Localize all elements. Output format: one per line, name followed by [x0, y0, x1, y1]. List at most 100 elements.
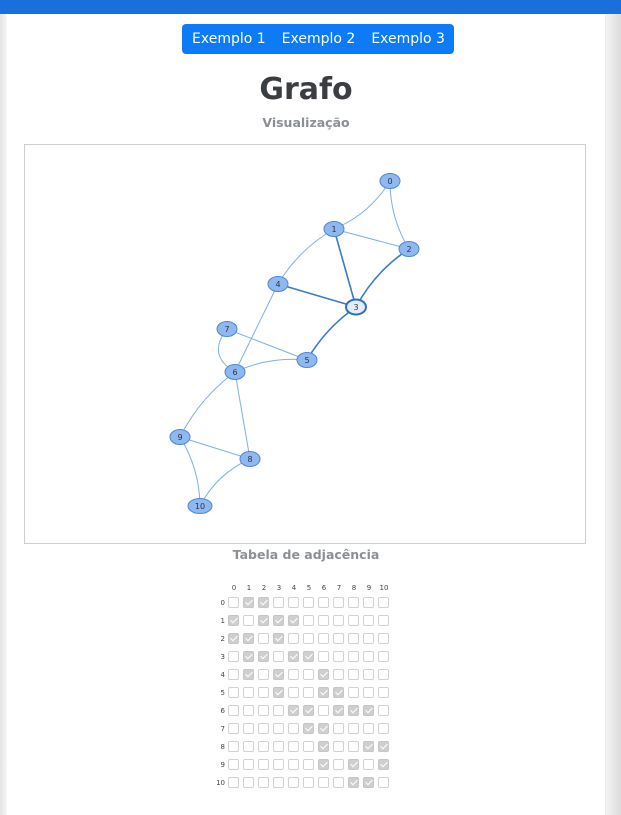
- adjacency-checkbox[interactable]: [258, 597, 269, 608]
- adjacency-checkbox[interactable]: [288, 759, 299, 770]
- adjacency-checkbox[interactable]: [363, 615, 374, 626]
- adjacency-checkbox[interactable]: [273, 759, 284, 770]
- adjacency-checkbox[interactable]: [243, 741, 254, 752]
- adjacency-checkbox[interactable]: [363, 777, 374, 788]
- adjacency-checkbox[interactable]: [243, 597, 254, 608]
- graph-node-8[interactable]: 8: [239, 451, 261, 467]
- adjacency-checkbox[interactable]: [348, 615, 359, 626]
- adjacency-checkbox[interactable]: [333, 597, 344, 608]
- adjacency-checkbox[interactable]: [258, 633, 269, 644]
- adjacency-checkbox[interactable]: [228, 741, 239, 752]
- graph-svg[interactable]: 0 1 2 3 4 5 6 7 8 9 10: [25, 145, 585, 543]
- adjacency-checkbox[interactable]: [258, 651, 269, 662]
- adjacency-checkbox[interactable]: [243, 615, 254, 626]
- adjacency-checkbox[interactable]: [273, 651, 284, 662]
- adjacency-checkbox[interactable]: [363, 759, 374, 770]
- adjacency-checkbox[interactable]: [243, 777, 254, 788]
- adjacency-checkbox[interactable]: [348, 741, 359, 752]
- tab-exemplo-2[interactable]: Exemplo 2: [274, 24, 364, 54]
- adjacency-checkbox[interactable]: [303, 687, 314, 698]
- graph-node-7[interactable]: 7: [216, 321, 238, 337]
- adjacency-checkbox[interactable]: [258, 687, 269, 698]
- adjacency-checkbox[interactable]: [273, 597, 284, 608]
- adjacency-checkbox[interactable]: [258, 615, 269, 626]
- adjacency-checkbox[interactable]: [378, 759, 389, 770]
- adjacency-checkbox[interactable]: [243, 759, 254, 770]
- adjacency-checkbox[interactable]: [318, 651, 329, 662]
- adjacency-checkbox[interactable]: [258, 705, 269, 716]
- graph-node-9[interactable]: 9: [169, 429, 191, 445]
- adjacency-checkbox[interactable]: [363, 669, 374, 680]
- adjacency-checkbox[interactable]: [228, 651, 239, 662]
- adjacency-checkbox[interactable]: [228, 669, 239, 680]
- adjacency-checkbox[interactable]: [363, 633, 374, 644]
- adjacency-checkbox[interactable]: [348, 723, 359, 734]
- adjacency-checkbox[interactable]: [258, 669, 269, 680]
- adjacency-checkbox[interactable]: [243, 633, 254, 644]
- adjacency-checkbox[interactable]: [333, 777, 344, 788]
- adjacency-checkbox[interactable]: [273, 723, 284, 734]
- adjacency-checkbox[interactable]: [228, 705, 239, 716]
- adjacency-checkbox[interactable]: [273, 705, 284, 716]
- adjacency-checkbox[interactable]: [333, 705, 344, 716]
- adjacency-checkbox[interactable]: [303, 705, 314, 716]
- adjacency-checkbox[interactable]: [318, 597, 329, 608]
- adjacency-checkbox[interactable]: [333, 669, 344, 680]
- adjacency-checkbox[interactable]: [228, 597, 239, 608]
- adjacency-checkbox[interactable]: [288, 669, 299, 680]
- adjacency-checkbox[interactable]: [243, 651, 254, 662]
- adjacency-checkbox[interactable]: [288, 741, 299, 752]
- adjacency-checkbox[interactable]: [288, 777, 299, 788]
- adjacency-checkbox[interactable]: [273, 669, 284, 680]
- adjacency-checkbox[interactable]: [228, 687, 239, 698]
- adjacency-checkbox[interactable]: [363, 651, 374, 662]
- adjacency-checkbox[interactable]: [348, 759, 359, 770]
- adjacency-checkbox[interactable]: [333, 759, 344, 770]
- adjacency-checkbox[interactable]: [318, 777, 329, 788]
- adjacency-checkbox[interactable]: [273, 633, 284, 644]
- adjacency-checkbox[interactable]: [318, 759, 329, 770]
- adjacency-checkbox[interactable]: [228, 759, 239, 770]
- adjacency-checkbox[interactable]: [363, 741, 374, 752]
- adjacency-checkbox[interactable]: [348, 651, 359, 662]
- graph-node-10[interactable]: 10: [187, 498, 213, 514]
- graph-node-5[interactable]: 5: [296, 352, 318, 368]
- adjacency-checkbox[interactable]: [303, 615, 314, 626]
- adjacency-checkbox[interactable]: [288, 651, 299, 662]
- adjacency-checkbox[interactable]: [378, 615, 389, 626]
- adjacency-checkbox[interactable]: [333, 687, 344, 698]
- adjacency-checkbox[interactable]: [258, 777, 269, 788]
- graph-node-4[interactable]: 4: [267, 276, 289, 292]
- adjacency-checkbox[interactable]: [258, 741, 269, 752]
- adjacency-checkbox[interactable]: [378, 597, 389, 608]
- adjacency-checkbox[interactable]: [333, 723, 344, 734]
- adjacency-checkbox[interactable]: [348, 633, 359, 644]
- adjacency-checkbox[interactable]: [303, 759, 314, 770]
- adjacency-checkbox[interactable]: [288, 705, 299, 716]
- graph-node-0[interactable]: 0: [379, 173, 401, 189]
- adjacency-checkbox[interactable]: [228, 723, 239, 734]
- graph-canvas[interactable]: 0 1 2 3 4 5 6 7 8 9 10: [24, 144, 586, 544]
- adjacency-checkbox[interactable]: [288, 633, 299, 644]
- adjacency-checkbox[interactable]: [228, 615, 239, 626]
- adjacency-checkbox[interactable]: [258, 759, 269, 770]
- adjacency-checkbox[interactable]: [333, 741, 344, 752]
- adjacency-checkbox[interactable]: [288, 723, 299, 734]
- adjacency-checkbox[interactable]: [378, 741, 389, 752]
- adjacency-checkbox[interactable]: [243, 687, 254, 698]
- adjacency-checkbox[interactable]: [258, 723, 269, 734]
- adjacency-checkbox[interactable]: [333, 615, 344, 626]
- adjacency-checkbox[interactable]: [243, 669, 254, 680]
- adjacency-checkbox[interactable]: [273, 687, 284, 698]
- adjacency-checkbox[interactable]: [318, 669, 329, 680]
- graph-node-3[interactable]: 3: [345, 298, 367, 316]
- adjacency-checkbox[interactable]: [363, 597, 374, 608]
- adjacency-checkbox[interactable]: [243, 723, 254, 734]
- adjacency-checkbox[interactable]: [303, 651, 314, 662]
- adjacency-checkbox[interactable]: [303, 777, 314, 788]
- adjacency-checkbox[interactable]: [363, 687, 374, 698]
- adjacency-checkbox[interactable]: [333, 633, 344, 644]
- adjacency-checkbox[interactable]: [243, 705, 254, 716]
- tab-exemplo-3[interactable]: Exemplo 3: [363, 24, 454, 54]
- adjacency-checkbox[interactable]: [228, 777, 239, 788]
